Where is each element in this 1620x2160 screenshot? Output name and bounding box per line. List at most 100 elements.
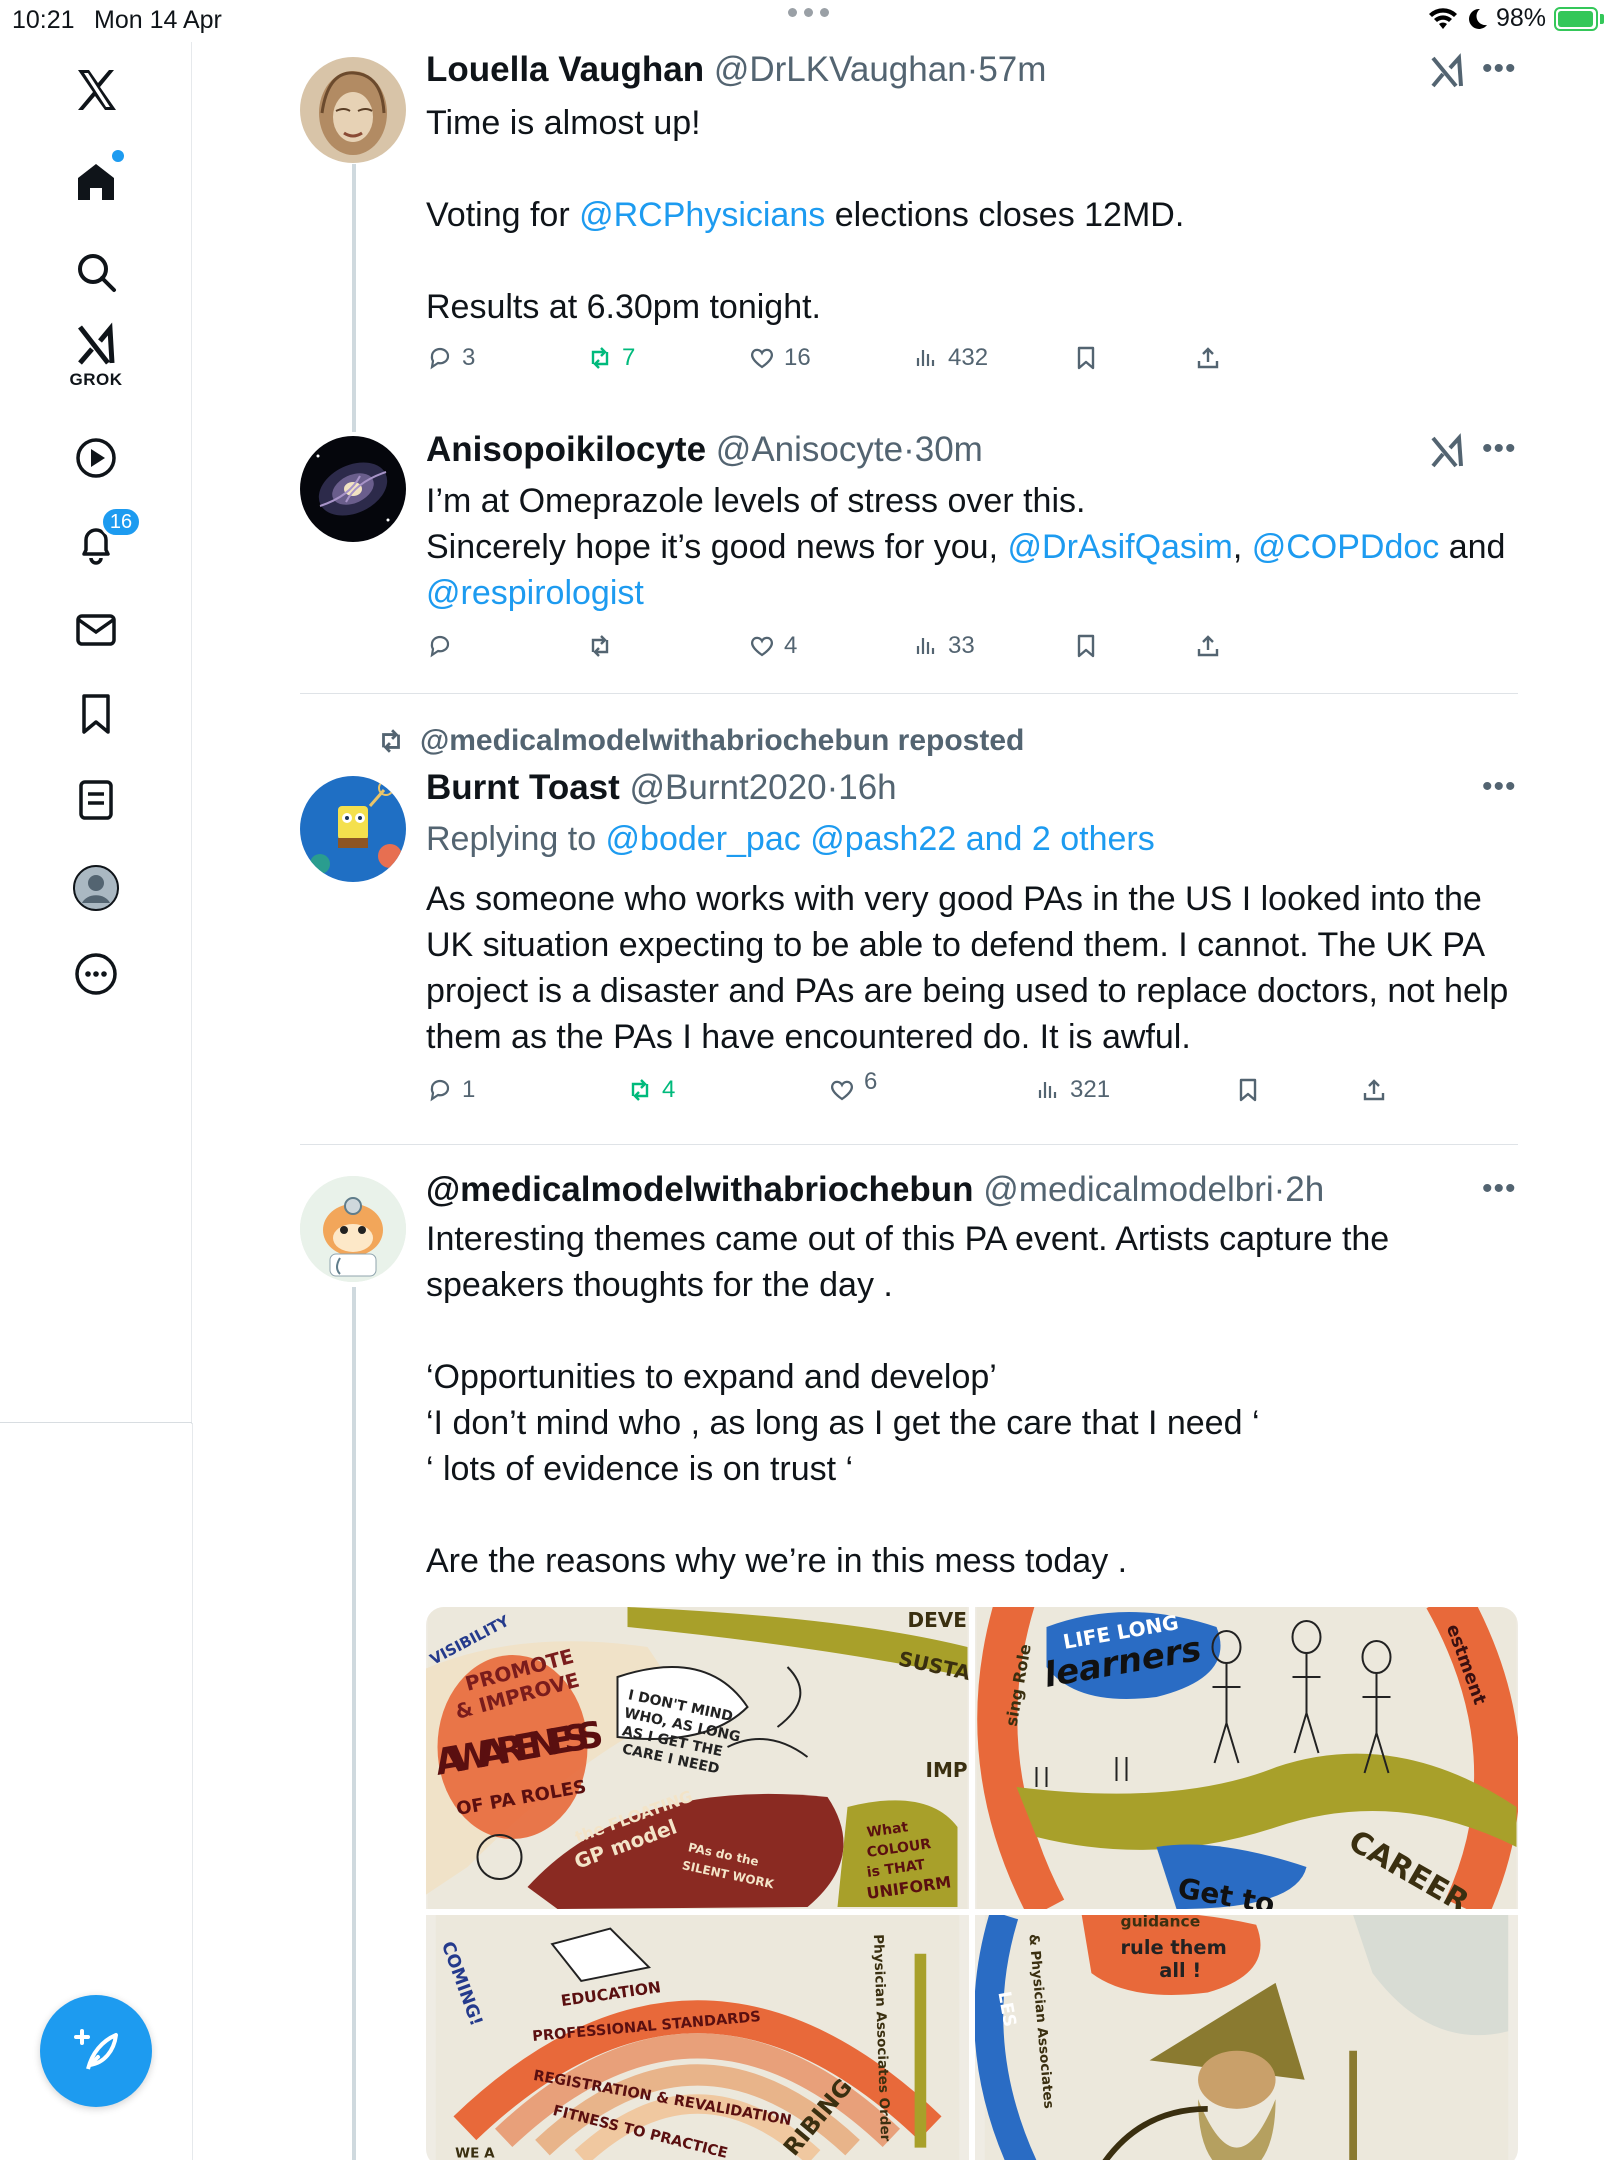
views-button[interactable]: 33 xyxy=(912,632,975,660)
tweet-text-line: Interesting themes came out of this PA e… xyxy=(426,1220,1390,1258)
search-icon xyxy=(78,254,116,292)
sidebar-item-bookmarks[interactable] xyxy=(56,674,136,754)
avatar[interactable] xyxy=(300,776,406,882)
tweet-text-line: ‘ lots of evidence is on trust ‘ xyxy=(426,1450,854,1488)
svg-text:IMP: IMP xyxy=(926,1758,968,1782)
tweet-time[interactable]: 16h xyxy=(838,768,896,807)
like-button[interactable]: 6 xyxy=(828,1068,877,1104)
media-image[interactable]: sing Role estment LIFE LONG learners CAR… xyxy=(975,1607,1518,1909)
views-button[interactable]: 432 xyxy=(912,344,988,372)
media-grid: VISIBILITY PROMOTE & IMPROVE AWARENESS O… xyxy=(426,1607,1518,2160)
mention-link[interactable]: @COPDdoc xyxy=(1252,528,1440,566)
repost-indicator[interactable]: @medicalmodelwithabriochebun reposted xyxy=(376,724,1024,758)
more-options-icon[interactable]: ••• xyxy=(1482,770,1517,804)
author-handle[interactable]: @DrLKVaughan xyxy=(714,50,967,89)
like-button[interactable]: 4 xyxy=(748,632,797,660)
sidebar-item-videos[interactable] xyxy=(56,418,136,498)
media-image[interactable]: VISIBILITY PROMOTE & IMPROVE AWARENESS O… xyxy=(426,1607,969,1909)
tweet-text-line: I’m at Omeprazole levels of stress over … xyxy=(426,482,1086,520)
tweet-text-line xyxy=(426,146,1526,192)
status-date: Mon 14 Apr xyxy=(94,6,222,34)
tweet-actions: 3 7 16 432 xyxy=(426,344,1526,384)
like-button[interactable]: 16 xyxy=(748,344,811,372)
media-image[interactable]: COMING! EDUCATION PROFESSIONAL STANDARDS… xyxy=(426,1915,969,2160)
tweet-time[interactable]: 30m xyxy=(915,430,983,469)
svg-text:guidance: guidance xyxy=(1121,1915,1201,1931)
reply-button[interactable]: 3 xyxy=(426,344,475,372)
sidebar-item-more[interactable] xyxy=(56,934,136,1014)
share-button[interactable] xyxy=(1194,344,1222,372)
author-name[interactable]: @medicalmodelwithabriochebun xyxy=(426,1170,974,1209)
status-bar: 10:21 Mon 14 Apr 98% xyxy=(0,0,1620,42)
notification-badge: 16 xyxy=(100,506,142,538)
mention-link[interactable]: @DrAsifQasim xyxy=(1008,528,1233,566)
grok-icon[interactable] xyxy=(1428,432,1468,472)
author-handle[interactable]: @Burnt2020 xyxy=(630,768,827,807)
views-icon xyxy=(1038,1082,1057,1098)
author-name[interactable]: Louella Vaughan xyxy=(426,50,704,89)
bookmark-button[interactable] xyxy=(1234,1076,1262,1104)
sidebar-item-search[interactable] xyxy=(56,232,136,312)
tweet-header: Louella Vaughan @DrLKVaughan·57m xyxy=(426,50,1047,89)
tweet-header: @medicalmodelwithabriochebun @medicalmod… xyxy=(426,1170,1325,1209)
reply-button[interactable]: 1 xyxy=(426,1076,475,1104)
tweet-text-line: Are the reasons why we’re in this mess t… xyxy=(426,1542,1128,1580)
share-button[interactable] xyxy=(1194,632,1222,660)
home-notification-dot xyxy=(112,150,124,162)
sidebar-item-profile[interactable] xyxy=(56,848,136,928)
replying-to: Replying to @boder_pac @pash22 and 2 oth… xyxy=(426,820,1155,858)
media-image[interactable]: & Physician Associates LES guidance rule… xyxy=(975,1915,1518,2160)
multitasking-dots[interactable] xyxy=(788,8,829,17)
bookmark-icon xyxy=(1239,1078,1257,1102)
author-handle[interactable]: @medicalmodelbri xyxy=(983,1170,1273,1209)
thread-connector xyxy=(352,164,356,432)
repost-button[interactable]: 7 xyxy=(586,344,635,372)
repost-button[interactable]: 4 xyxy=(626,1076,675,1104)
grok-icon[interactable] xyxy=(1428,52,1468,92)
sidebar-item-home[interactable] xyxy=(56,142,136,222)
sidebar-item-grok[interactable]: GROK xyxy=(56,316,136,396)
svg-text:all !: all ! xyxy=(1159,1959,1201,1982)
avatar[interactable] xyxy=(300,57,406,163)
bookmark-icon xyxy=(1077,634,1095,658)
avatar[interactable] xyxy=(300,1176,406,1282)
bookmark-button[interactable] xyxy=(1072,344,1100,372)
tweet-text-line: ‘Opportunities to expand and develop’ xyxy=(426,1358,997,1396)
bookmark-button[interactable] xyxy=(1072,632,1100,660)
sidebar-item-notifications[interactable]: 16 xyxy=(56,504,142,584)
tweet-text-line xyxy=(426,1492,1526,1538)
sidebar-item-messages[interactable] xyxy=(56,590,136,670)
views-button[interactable]: 321 xyxy=(1034,1076,1110,1104)
sidebar-item-lists[interactable] xyxy=(56,760,136,840)
tweet-time[interactable]: 2h xyxy=(1285,1170,1324,1209)
more-options-icon[interactable]: ••• xyxy=(1482,432,1517,466)
repost-button[interactable] xyxy=(586,632,622,660)
reply-icon xyxy=(430,635,450,658)
x-logo-icon[interactable] xyxy=(56,50,136,130)
tweet-text-line xyxy=(426,238,1526,284)
tweet-time[interactable]: 57m xyxy=(978,50,1046,89)
tweet-header: Burnt Toast @Burnt2020·16h xyxy=(426,768,897,807)
mention-link[interactable]: @RCPhysicians xyxy=(579,196,825,234)
compose-post-button[interactable] xyxy=(40,1995,152,2107)
replying-to-links[interactable]: @boder_pac @pash22 and 2 others xyxy=(606,820,1155,858)
reply-button[interactable] xyxy=(426,632,462,660)
tweet-text-line xyxy=(426,1308,1526,1354)
tweet-text-line: speakers thoughts for the day . xyxy=(426,1266,893,1304)
profile-avatar-icon xyxy=(73,865,119,911)
bookmark-icon xyxy=(1077,346,1095,370)
avatar[interactable] xyxy=(300,436,406,542)
moon-icon xyxy=(1468,8,1487,29)
share-icon xyxy=(1363,1079,1385,1101)
author-handle[interactable]: @Anisocyte xyxy=(716,430,903,469)
more-options-icon[interactable]: ••• xyxy=(1482,1172,1517,1206)
author-name[interactable]: Burnt Toast xyxy=(426,768,620,807)
more-options-icon[interactable]: ••• xyxy=(1482,52,1517,86)
tweet-divider xyxy=(300,1144,1518,1145)
tweet-text-line: Time is almost up! xyxy=(426,104,701,142)
tweet-text: Time is almost up! Voting for @RCPhysicia… xyxy=(426,100,1526,330)
share-button[interactable] xyxy=(1360,1076,1388,1104)
mention-link[interactable]: @respirologist xyxy=(426,574,644,612)
repost-icon xyxy=(631,1079,649,1101)
author-name[interactable]: Anisopoikilocyte xyxy=(426,430,706,469)
